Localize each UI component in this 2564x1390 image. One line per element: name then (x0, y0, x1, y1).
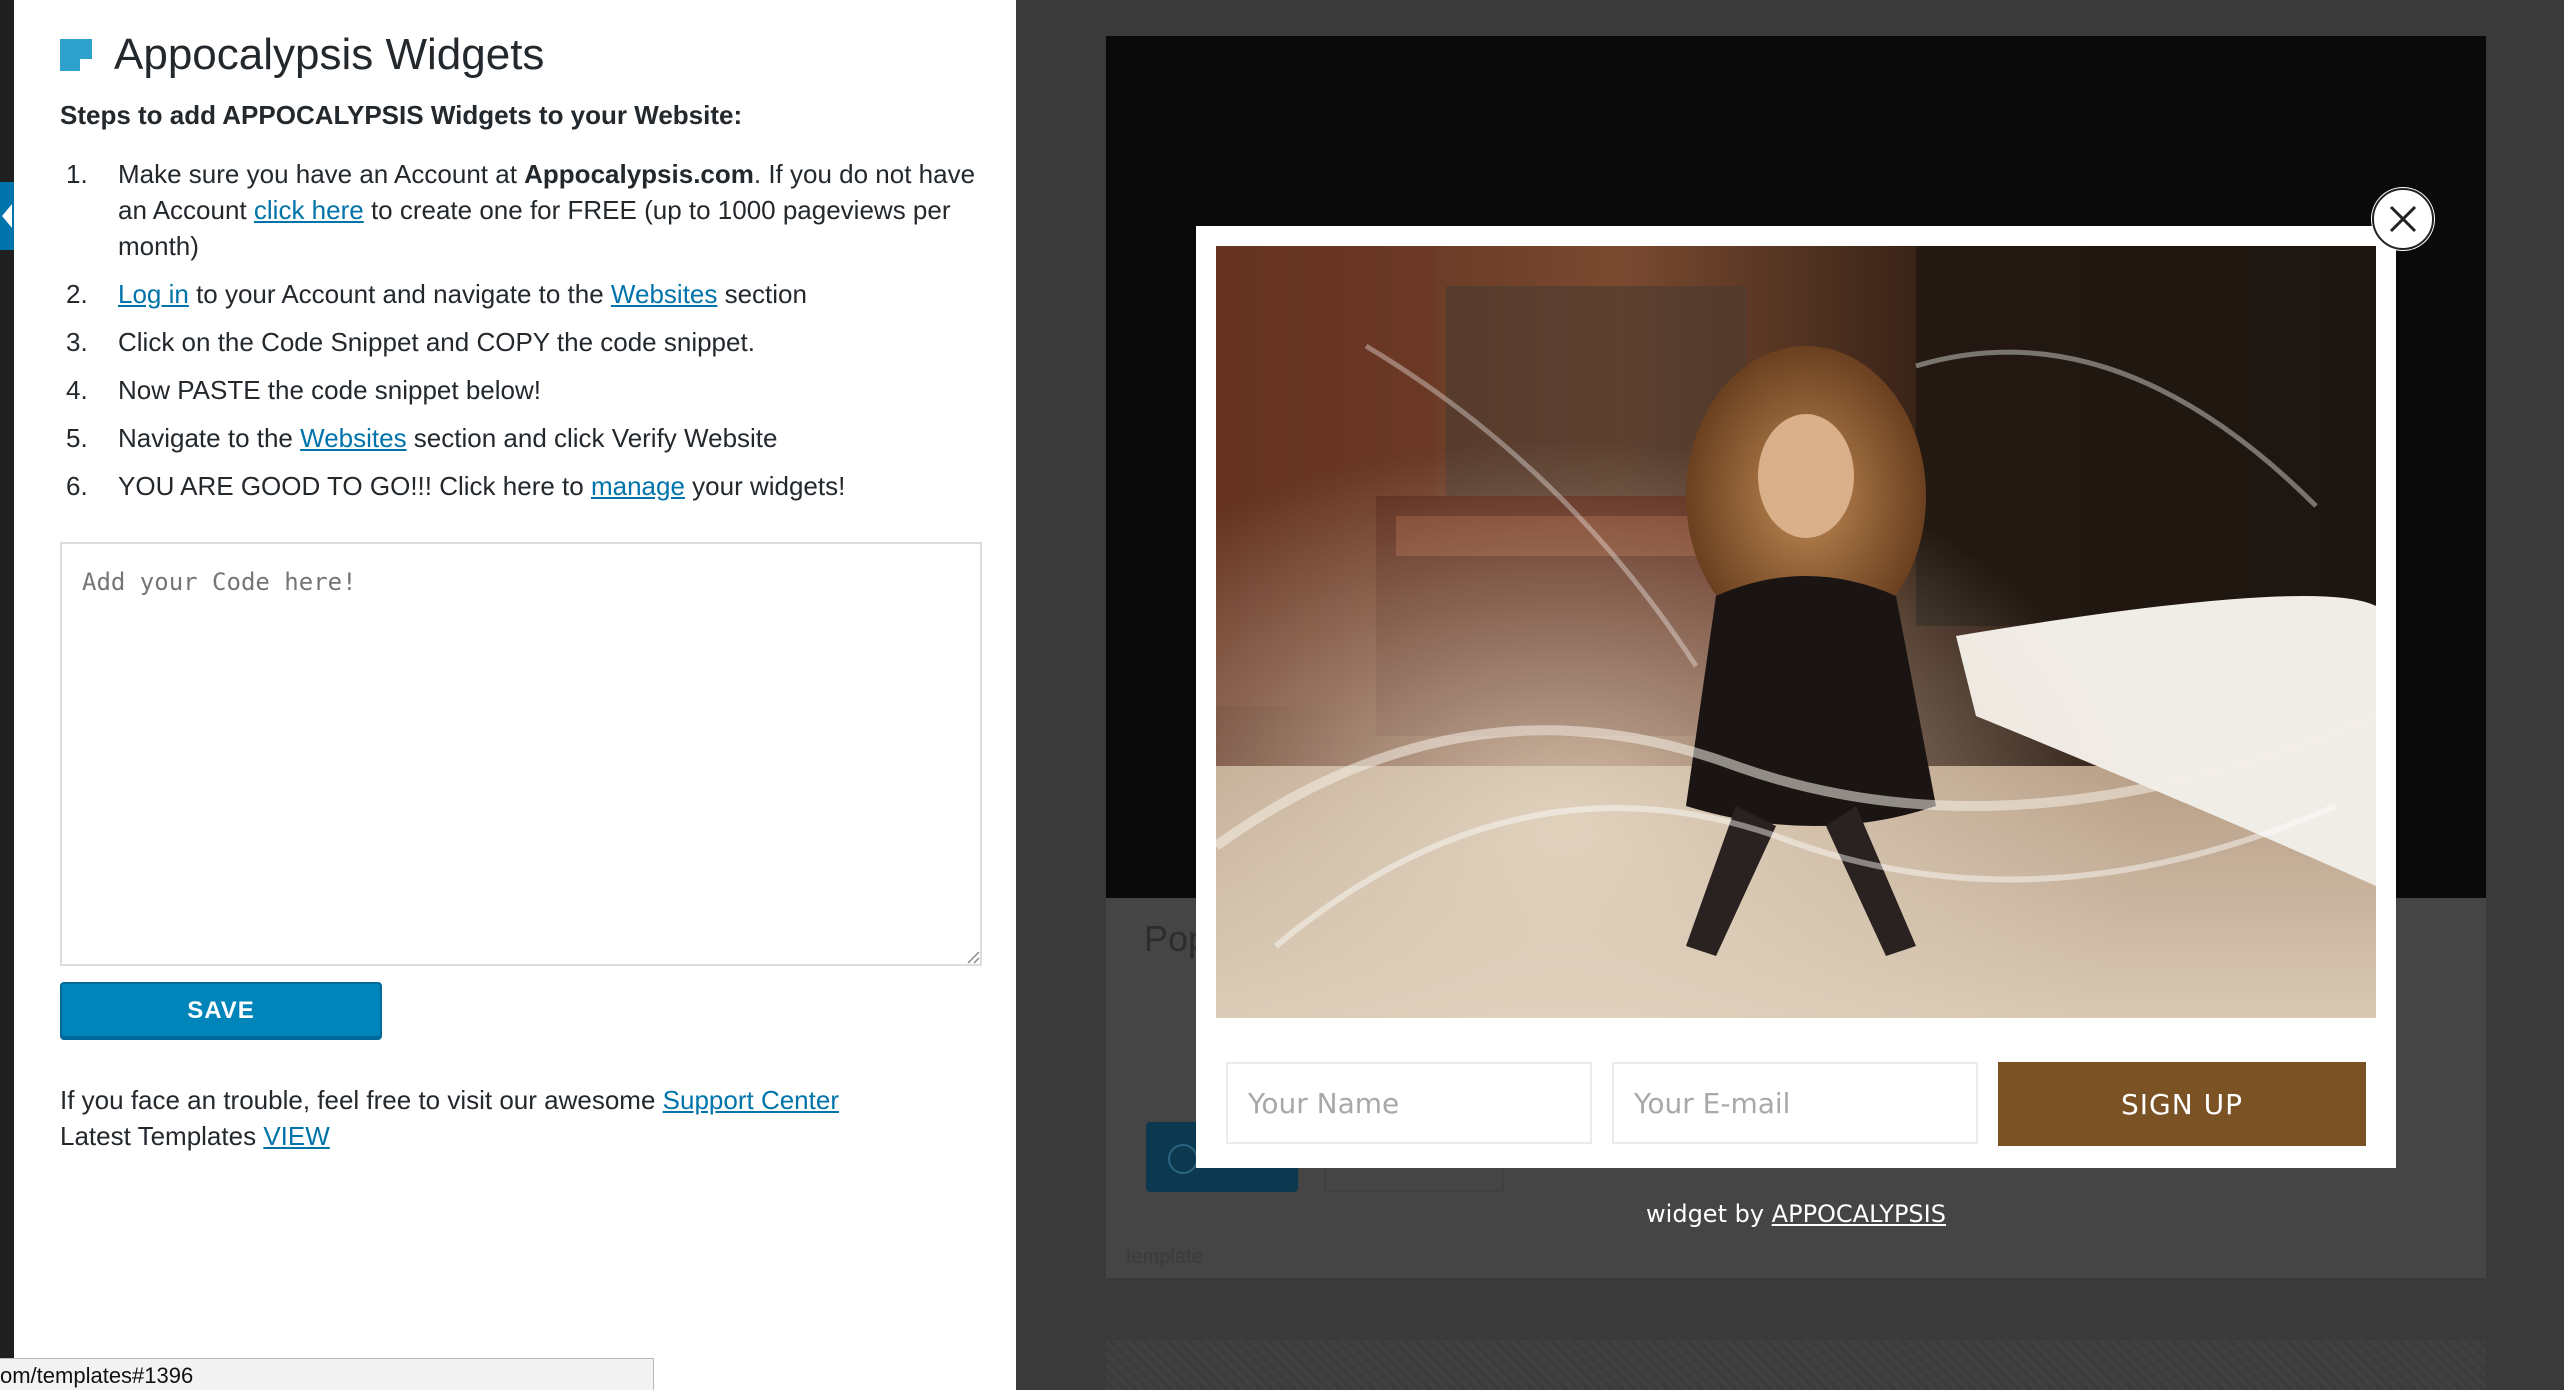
step-text: Click on the Code Snippet and COPY the c… (118, 327, 755, 357)
steps-heading: Steps to add APPOCALYPSIS Widgets to you… (60, 100, 743, 130)
websites-link[interactable]: Websites (611, 279, 717, 309)
widget-settings-panel: Appocalypsis Widgets Steps to add APPOCA… (0, 0, 1016, 1390)
step-text-part: Make sure you have an Account at (118, 159, 525, 189)
save-button[interactable]: SAVE (60, 982, 382, 1040)
popup-hero-image (1216, 246, 2376, 1018)
support-text: If you face an trouble, feel free to vis… (60, 1085, 663, 1115)
hero-photo-illustration (1216, 246, 2376, 1018)
step-text: Make sure you have an Account at Appocal… (118, 156, 976, 264)
collapse-chevron-left-icon[interactable] (0, 182, 14, 250)
step-item: 6. YOU ARE GOOD TO GO!!! Click here to m… (66, 468, 976, 504)
support-center-link[interactable]: Support Center (663, 1085, 839, 1115)
step-text: Log in to your Account and navigate to t… (118, 276, 976, 312)
template-caption: template (1126, 1246, 1203, 1268)
appocalypsis-credit-link[interactable]: APPOCALYPSIS (1772, 1200, 1946, 1228)
code-snippet-textarea[interactable] (60, 542, 982, 966)
appocalypsis-domain: Appocalypsis.com (524, 159, 754, 189)
steps-list: 1. Make sure you have an Account at Appo… (66, 156, 976, 516)
step-number: 6. (66, 471, 88, 501)
panel-content: Appocalypsis Widgets Steps to add APPOCA… (14, 0, 1016, 1390)
step-number: 4. (66, 375, 88, 405)
step-text-part: section and click Verify Website (406, 423, 778, 453)
step-text: YOU ARE GOOD TO GO!!! Click here to mana… (118, 468, 976, 504)
step-number: 5. (66, 423, 88, 453)
popup-close-button[interactable] (2372, 188, 2434, 250)
click-here-link[interactable]: click here (254, 195, 364, 225)
step-text-part: to your Account and navigate to the (188, 279, 611, 309)
step-text: Navigate to the Websites section and cli… (118, 420, 976, 456)
manage-link[interactable]: manage (591, 471, 685, 501)
next-template-card (1106, 1340, 2486, 1390)
step-item: 3. Click on the Code Snippet and COPY th… (66, 324, 976, 360)
browser-status-bar: om/templates#1396 (0, 1358, 654, 1390)
page-title-row: Appocalypsis Widgets (60, 22, 544, 88)
step-text-part: your widgets! (684, 471, 846, 501)
sign-up-button[interactable]: SIGN UP (1998, 1062, 2366, 1146)
step-item: 4. Now PASTE the code snippet below! (66, 372, 976, 408)
widget-credit: widget by APPOCALYPSIS (1196, 1200, 2396, 1228)
step-item: 5. Navigate to the Websites section and … (66, 420, 976, 456)
signup-popup: SIGN UP (1196, 226, 2396, 1168)
resize-grip-icon[interactable] (964, 948, 980, 964)
widget-square-icon (60, 39, 92, 71)
credit-prefix: widget by (1646, 1200, 1772, 1228)
step-number: 3. (66, 327, 88, 357)
step-text: Now PASTE the code snippet below! (118, 375, 541, 405)
step-number: 2. (66, 279, 88, 309)
email-input[interactable] (1612, 1062, 1978, 1144)
log-in-link[interactable]: Log in (118, 279, 189, 309)
templates-text: Latest Templates (60, 1121, 264, 1151)
page-title: Appocalypsis Widgets (114, 30, 545, 79)
websites-link[interactable]: Websites (300, 423, 406, 453)
step-text-part: section (717, 279, 807, 309)
support-info: If you face an trouble, feel free to vis… (60, 1082, 839, 1154)
view-templates-link[interactable]: VIEW (263, 1121, 329, 1151)
step-number: 1. (66, 159, 88, 189)
step-text-part: Navigate to the (118, 423, 301, 453)
step-item: 1. Make sure you have an Account at Appo… (66, 156, 976, 264)
close-x-icon (2389, 205, 2417, 233)
step-item: 2. Log in to your Account and navigate t… (66, 276, 976, 312)
step-text-part: YOU ARE GOOD TO GO!!! Click here to (118, 471, 591, 501)
name-input[interactable] (1226, 1062, 1592, 1144)
